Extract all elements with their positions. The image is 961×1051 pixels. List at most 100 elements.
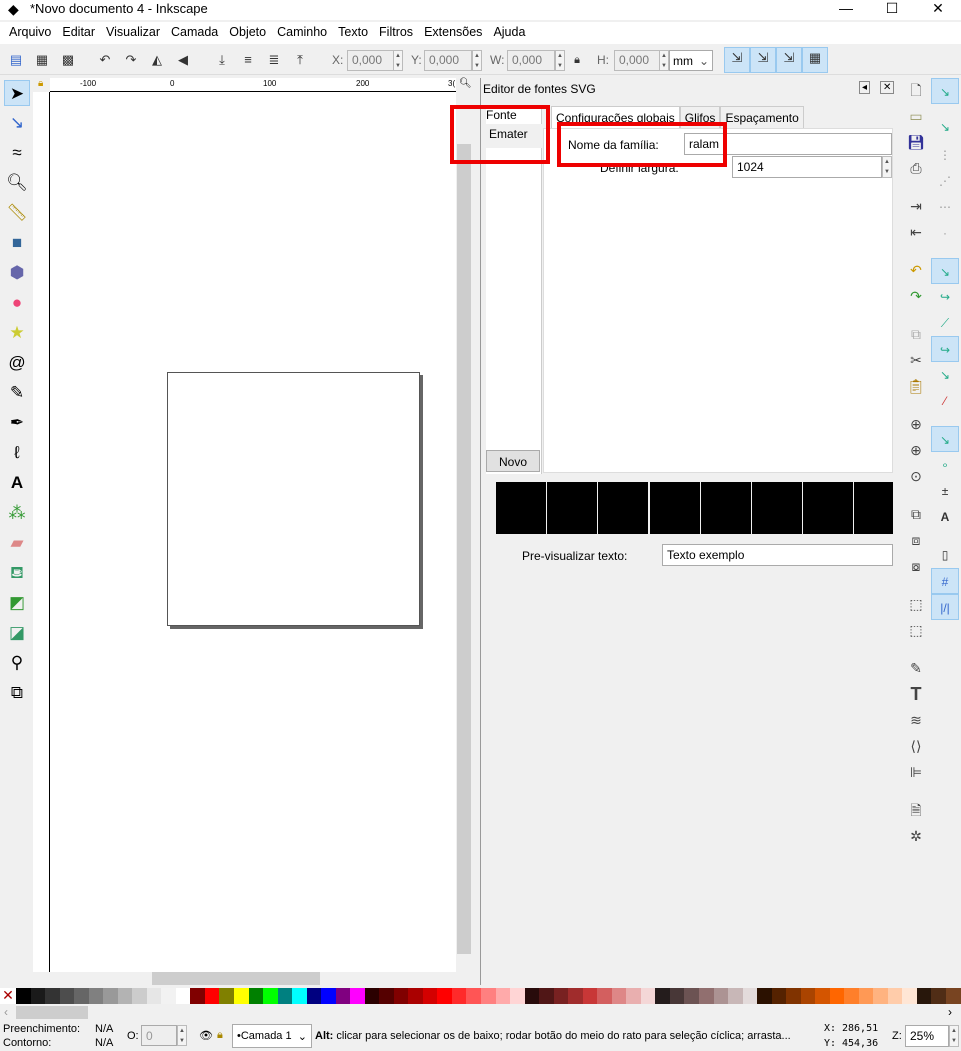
color-swatch[interactable] <box>887 988 903 1004</box>
zoom-drawing-icon[interactable]: ⊕ <box>903 438 929 462</box>
node-tool-icon[interactable]: ↘ <box>4 110 30 136</box>
color-swatch[interactable] <box>219 988 234 1004</box>
color-swatch[interactable] <box>233 988 249 1004</box>
color-swatch[interactable] <box>59 988 75 1004</box>
select-all-icon[interactable]: ▤ <box>6 50 26 70</box>
color-swatch[interactable] <box>815 988 830 1004</box>
cut-icon[interactable]: ✂ <box>903 348 929 372</box>
w-input[interactable]: 0,000 <box>507 50 555 71</box>
snap-guide-icon[interactable]: |/| <box>931 594 959 620</box>
rotate-cw-icon[interactable]: ↷ <box>121 50 141 70</box>
color-swatch[interactable] <box>786 988 801 1004</box>
raise-icon[interactable]: ≣ <box>264 50 284 70</box>
snap-bbox-icon[interactable]: ↘ <box>931 114 959 140</box>
color-swatch[interactable] <box>364 988 380 1004</box>
copy-icon[interactable]: ⧉ <box>903 322 929 346</box>
color-swatch[interactable] <box>321 988 336 1004</box>
preview-text-input[interactable]: Texto exemplo <box>662 544 893 566</box>
save-icon[interactable]: 💾︎ <box>903 130 929 154</box>
paste-icon[interactable]: 📋︎ <box>903 374 929 398</box>
y-input[interactable]: 0,000 <box>424 50 472 71</box>
color-swatch[interactable] <box>161 988 176 1004</box>
close-button[interactable]: ✕ <box>915 0 961 20</box>
spray-tool-icon[interactable]: ⁂ <box>4 500 30 526</box>
gradient-tool-icon[interactable]: ◩ <box>4 590 30 616</box>
color-swatch[interactable] <box>45 988 60 1004</box>
menu-visualizar[interactable]: Visualizar <box>101 22 166 44</box>
horizontal-scroll-thumb[interactable] <box>152 972 320 985</box>
scale-corners-icon[interactable]: ⇲ <box>750 47 776 73</box>
open-icon[interactable]: ▭ <box>903 104 929 128</box>
color-swatch[interactable] <box>74 988 89 1004</box>
palette-scrollbar[interactable]: ‹ › <box>0 1005 961 1020</box>
color-swatch[interactable] <box>611 988 627 1004</box>
redo-icon[interactable]: ↷ <box>903 284 929 308</box>
ellipse-tool-icon[interactable]: ● <box>4 290 30 316</box>
snap-object-midpoint-icon[interactable]: ⁄ <box>931 388 959 414</box>
fill-value[interactable]: N/A <box>95 1023 113 1035</box>
lock-guides-icon[interactable]: 🔒︎ <box>38 78 43 89</box>
color-swatch[interactable] <box>742 988 758 1004</box>
scroll-left-icon[interactable]: ‹ <box>4 1005 8 1019</box>
tweak-tool-icon[interactable]: ≈ <box>4 140 30 166</box>
snap-bbox-center-icon[interactable]: · <box>931 220 959 246</box>
stroke-value[interactable]: N/A <box>95 1037 113 1049</box>
tab-kerning[interactable]: Espaçamento <box>720 106 804 128</box>
palette-scroll-thumb[interactable] <box>16 1006 88 1019</box>
rectangle-tool-icon[interactable]: ■ <box>4 230 30 256</box>
menu-editar[interactable]: Editar <box>57 22 101 44</box>
mesh-tool-icon[interactable]: ◪ <box>4 620 30 646</box>
color-swatch[interactable] <box>771 988 787 1004</box>
spiral-tool-icon[interactable]: @ <box>4 350 30 376</box>
pen-tool-icon[interactable]: ✒ <box>4 410 30 436</box>
color-swatch[interactable] <box>858 988 874 1004</box>
color-swatch[interactable] <box>277 988 293 1004</box>
color-swatch[interactable] <box>916 988 932 1004</box>
color-swatch[interactable] <box>655 988 670 1004</box>
new-font-button[interactable]: Novo <box>486 450 540 472</box>
color-swatch[interactable] <box>88 988 104 1004</box>
menu-objeto[interactable]: Objeto <box>224 22 272 44</box>
export-icon[interactable]: ⇤ <box>903 220 929 244</box>
color-swatch[interactable] <box>481 988 496 1004</box>
scroll-right-icon[interactable]: › <box>948 1005 952 1019</box>
x-input[interactable]: 0,000 <box>347 50 395 71</box>
snap-bbox-midpoint-icon[interactable]: ⋯ <box>931 194 959 220</box>
h-input[interactable]: 0,000 <box>614 50 662 71</box>
color-swatch[interactable] <box>132 988 147 1004</box>
color-swatch[interactable] <box>350 988 365 1004</box>
measure-tool-icon[interactable]: 📏︎ <box>4 200 30 226</box>
maximize-button[interactable]: ☐ <box>869 0 915 20</box>
snap-nodes-icon[interactable]: ↘ <box>931 258 959 284</box>
color-swatch[interactable] <box>524 988 540 1004</box>
eraser-tool-icon[interactable]: ▰ <box>4 530 30 556</box>
vertical-scrollbar[interactable]: 🔍︎ <box>456 78 472 972</box>
w-spinner[interactable]: ▲ ▼ <box>555 50 565 71</box>
print-icon[interactable]: ⎙ <box>903 156 929 180</box>
group-icon[interactable]: ⬚ <box>903 592 929 616</box>
color-swatch[interactable] <box>422 988 438 1004</box>
zoom-corner-icon[interactable]: 🔍︎ <box>459 78 472 89</box>
rotate-ccw-icon[interactable]: ↶ <box>95 50 115 70</box>
color-swatch[interactable] <box>539 988 554 1004</box>
color-swatch[interactable] <box>684 988 699 1004</box>
x-spinner[interactable]: ▲ ▼ <box>393 50 403 71</box>
color-swatch[interactable] <box>335 988 351 1004</box>
snap-grid-icon[interactable]: # <box>931 568 959 594</box>
snap-intersection-icon[interactable]: ⟋ <box>931 310 959 336</box>
snap-bbox-corner-icon[interactable]: ⋰ <box>931 168 959 194</box>
color-swatch[interactable] <box>16 988 31 1004</box>
star-tool-icon[interactable]: ★ <box>4 320 30 346</box>
color-swatch[interactable] <box>451 988 467 1004</box>
collapse-dialog-icon[interactable]: ◂ <box>859 81 871 94</box>
color-swatch[interactable] <box>103 988 118 1004</box>
color-swatch[interactable] <box>713 988 729 1004</box>
undo-icon[interactable]: ↶ <box>903 258 929 282</box>
color-swatch[interactable] <box>800 988 816 1004</box>
color-swatch[interactable] <box>698 988 714 1004</box>
fill-stroke-icon[interactable]: ✎ <box>903 656 929 680</box>
document-properties-icon[interactable]: 🗎 <box>903 798 929 822</box>
zoom-input[interactable]: 25% <box>905 1025 949 1047</box>
menu-caminho[interactable]: Caminho <box>272 22 333 44</box>
flip-horizontal-icon[interactable]: ◭ <box>147 50 167 70</box>
